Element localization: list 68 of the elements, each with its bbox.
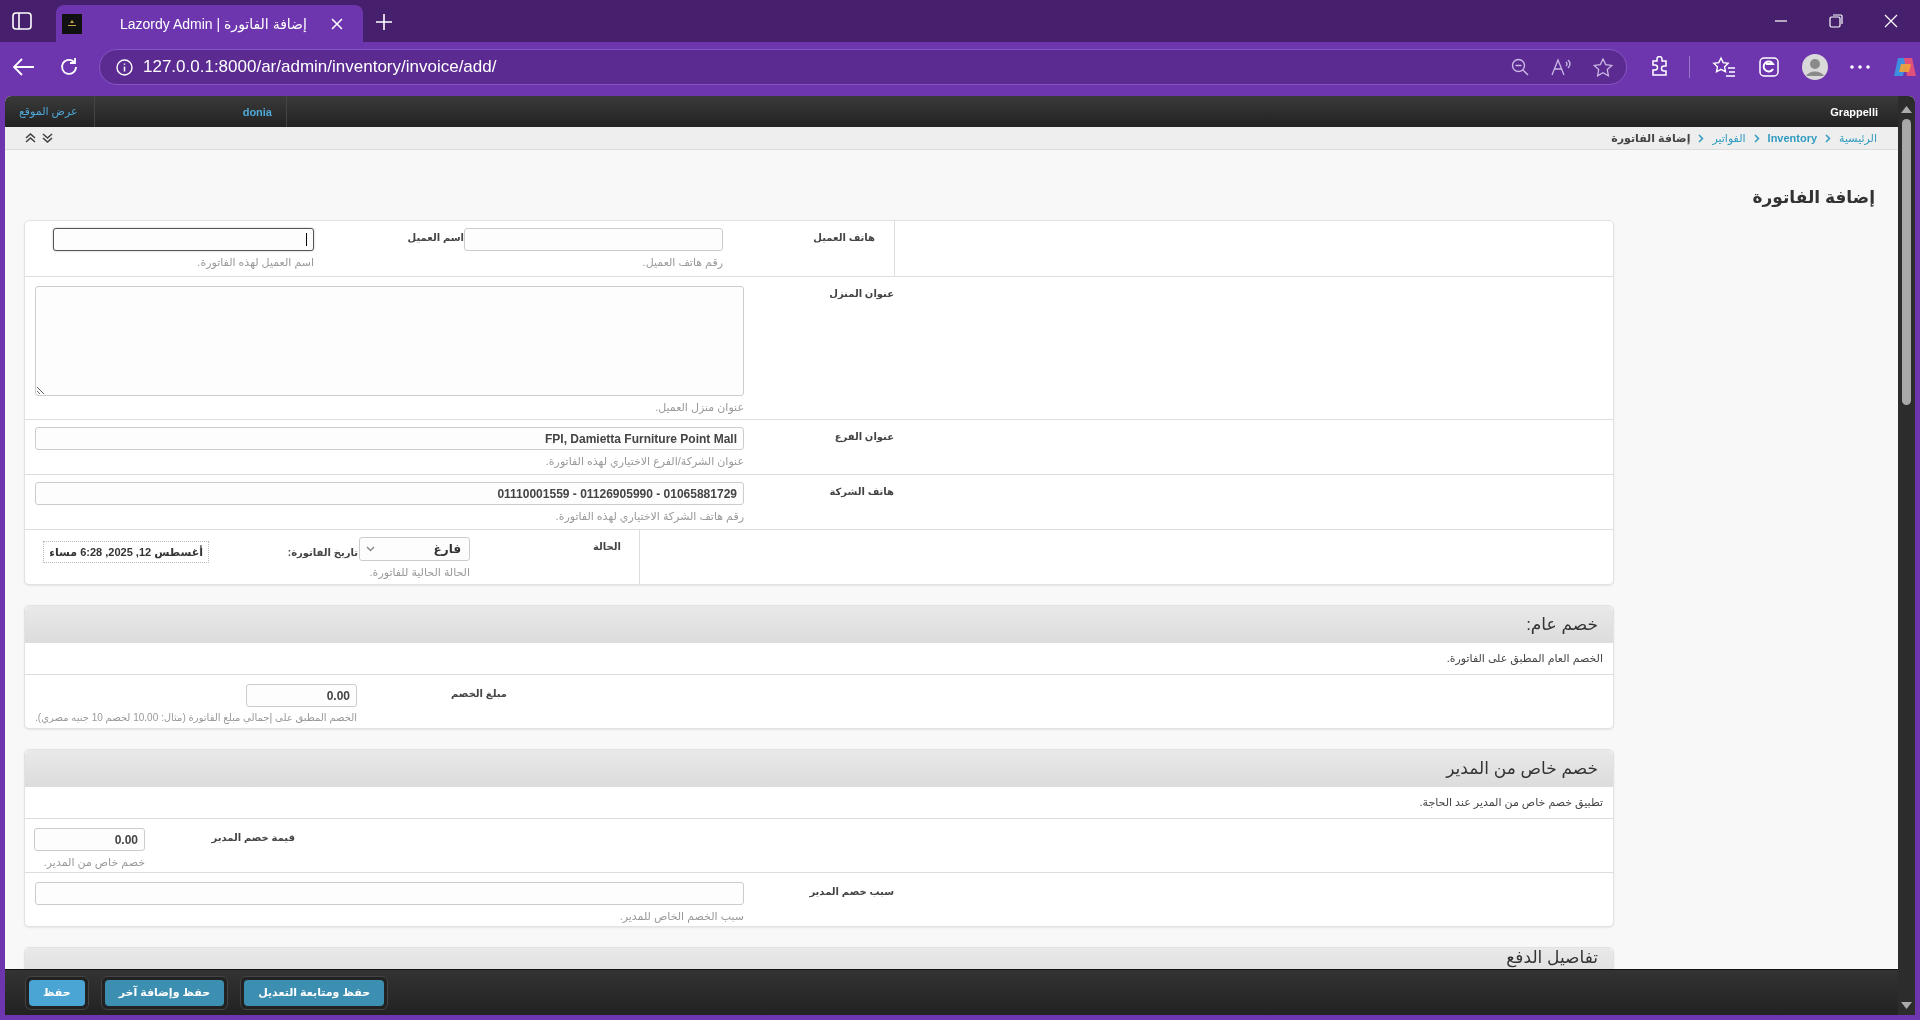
field-label: عنوان المنزل: [829, 288, 894, 299]
help-text: عنوان الشركة/الفرع الاختياري لهذه الفاتورة.: [544, 454, 744, 468]
field-label: تاريخ الفاتورة:: [287, 547, 358, 558]
text-field[interactable]: 0.00: [246, 684, 357, 707]
submit-button[interactable]: حفظ ومتابعة التعديل: [244, 979, 385, 1006]
help-text: رقم هاتف الشركة الاختياري لهذه الفاتورة.: [554, 509, 744, 523]
favicon-icon: [62, 13, 82, 34]
text-cursor: [306, 233, 307, 246]
close-icon[interactable]: [331, 17, 343, 30]
field-label: مبلغ الخصم: [450, 688, 507, 699]
section-title: تفاصيل الدفع: [1506, 949, 1598, 966]
field-label: هاتف الشركة: [829, 486, 894, 497]
page-title: إضافة الفاتورة: [1751, 187, 1875, 209]
app-icon[interactable]: [1758, 56, 1780, 78]
back-icon[interactable]: [13, 58, 35, 76]
profile-avatar-icon[interactable]: [1802, 54, 1828, 80]
help-text: الحالة الحالية للفاتورة.: [368, 565, 470, 579]
chevron-right-icon: [1825, 133, 1832, 143]
scroll-down-icon[interactable]: [1901, 1002, 1912, 1009]
favorites-icon[interactable]: [1712, 56, 1736, 78]
help-text: خصم خاص من المدير.: [42, 855, 145, 869]
scroll-up-icon[interactable]: [1901, 106, 1912, 113]
help-text: رقم هاتف العميل.: [641, 255, 723, 269]
close-icon[interactable]: [1884, 14, 1898, 28]
help-text: الخصم المطبق على إجمالي مبلغ الفاتورة (مثال: 10.00 لخصم 10 جنيه مصري).: [34, 711, 357, 725]
help-text: اسم العميل لهذه الفاتورة.: [196, 255, 314, 269]
field-label: عنوان الفرع: [834, 431, 894, 442]
breadcrumb-current: إضافة الفاتورة: [1611, 131, 1691, 145]
section-title: خصم خاص من المدير: [1446, 758, 1598, 779]
reload-icon[interactable]: [59, 57, 79, 77]
more-icon[interactable]: [1850, 65, 1870, 69]
field-label: سبب خصم المدير: [809, 886, 894, 897]
zoom-out-icon[interactable]: [1511, 58, 1529, 76]
date-value: أغسطس 12, 2025, 6:28 مساء: [43, 541, 209, 563]
chevron-right-icon: [1753, 133, 1760, 143]
text-field[interactable]: FPI, Damietta Furniture Point Mall: [35, 427, 744, 450]
new-tab-icon[interactable]: [375, 13, 393, 31]
section-title: خصم عام:: [1526, 614, 1598, 635]
text-field[interactable]: [53, 228, 314, 251]
tab-actions-icon[interactable]: [12, 12, 32, 30]
submit-button[interactable]: حفظ وإضافة آخر: [104, 979, 225, 1006]
brand-title[interactable]: Grappelli: [1830, 105, 1898, 118]
address-bar[interactable]: 127.0.0.1:8000/ar/admin/inventory/invoice/add/: [99, 49, 1627, 85]
field-label: هاتف العميل: [813, 232, 875, 243]
info-icon[interactable]: [116, 58, 133, 76]
star-icon[interactable]: [1593, 57, 1613, 77]
view-site-link[interactable]: عرض الموقع: [19, 105, 78, 118]
user-menu-link[interactable]: donia: [242, 105, 272, 118]
select-field[interactable]: فارغ: [359, 537, 470, 561]
help-text: سبب الخصم الخاص للمدير.: [618, 909, 744, 923]
expand-all-icon[interactable]: [42, 133, 53, 143]
tab-title: Lazordy Admin | إضافة الفاتورة: [120, 15, 308, 32]
chevron-down-icon: [366, 546, 375, 552]
collapse-all-icon[interactable]: [25, 133, 36, 143]
read-aloud-icon[interactable]: [1551, 58, 1571, 76]
text-field[interactable]: 01065881729 - 01126905990 - 01110001559: [35, 482, 744, 505]
chevron-right-icon: [1698, 133, 1705, 143]
help-text: عنوان منزل العميل.: [654, 400, 744, 414]
url-text: 127.0.0.1:8000/ar/admin/inventory/invoice/add/: [143, 57, 497, 77]
restore-icon[interactable]: [1829, 14, 1843, 28]
scrollbar-thumb[interactable]: [1902, 119, 1911, 405]
browser-tab[interactable]: Lazordy Admin | إضافة الفاتورة: [56, 5, 363, 42]
text-field[interactable]: 0.00: [34, 828, 145, 851]
field-label: اسم العميل: [407, 232, 464, 243]
field-label: الحالة: [593, 541, 621, 552]
section-description: تطبيق خصم خاص من المدير عند الحاجة.: [1419, 796, 1603, 809]
section-description: الخصم العام المطبق على الفاتورة.: [1446, 652, 1603, 665]
field-label: قيمة خصم المدير: [211, 832, 295, 843]
